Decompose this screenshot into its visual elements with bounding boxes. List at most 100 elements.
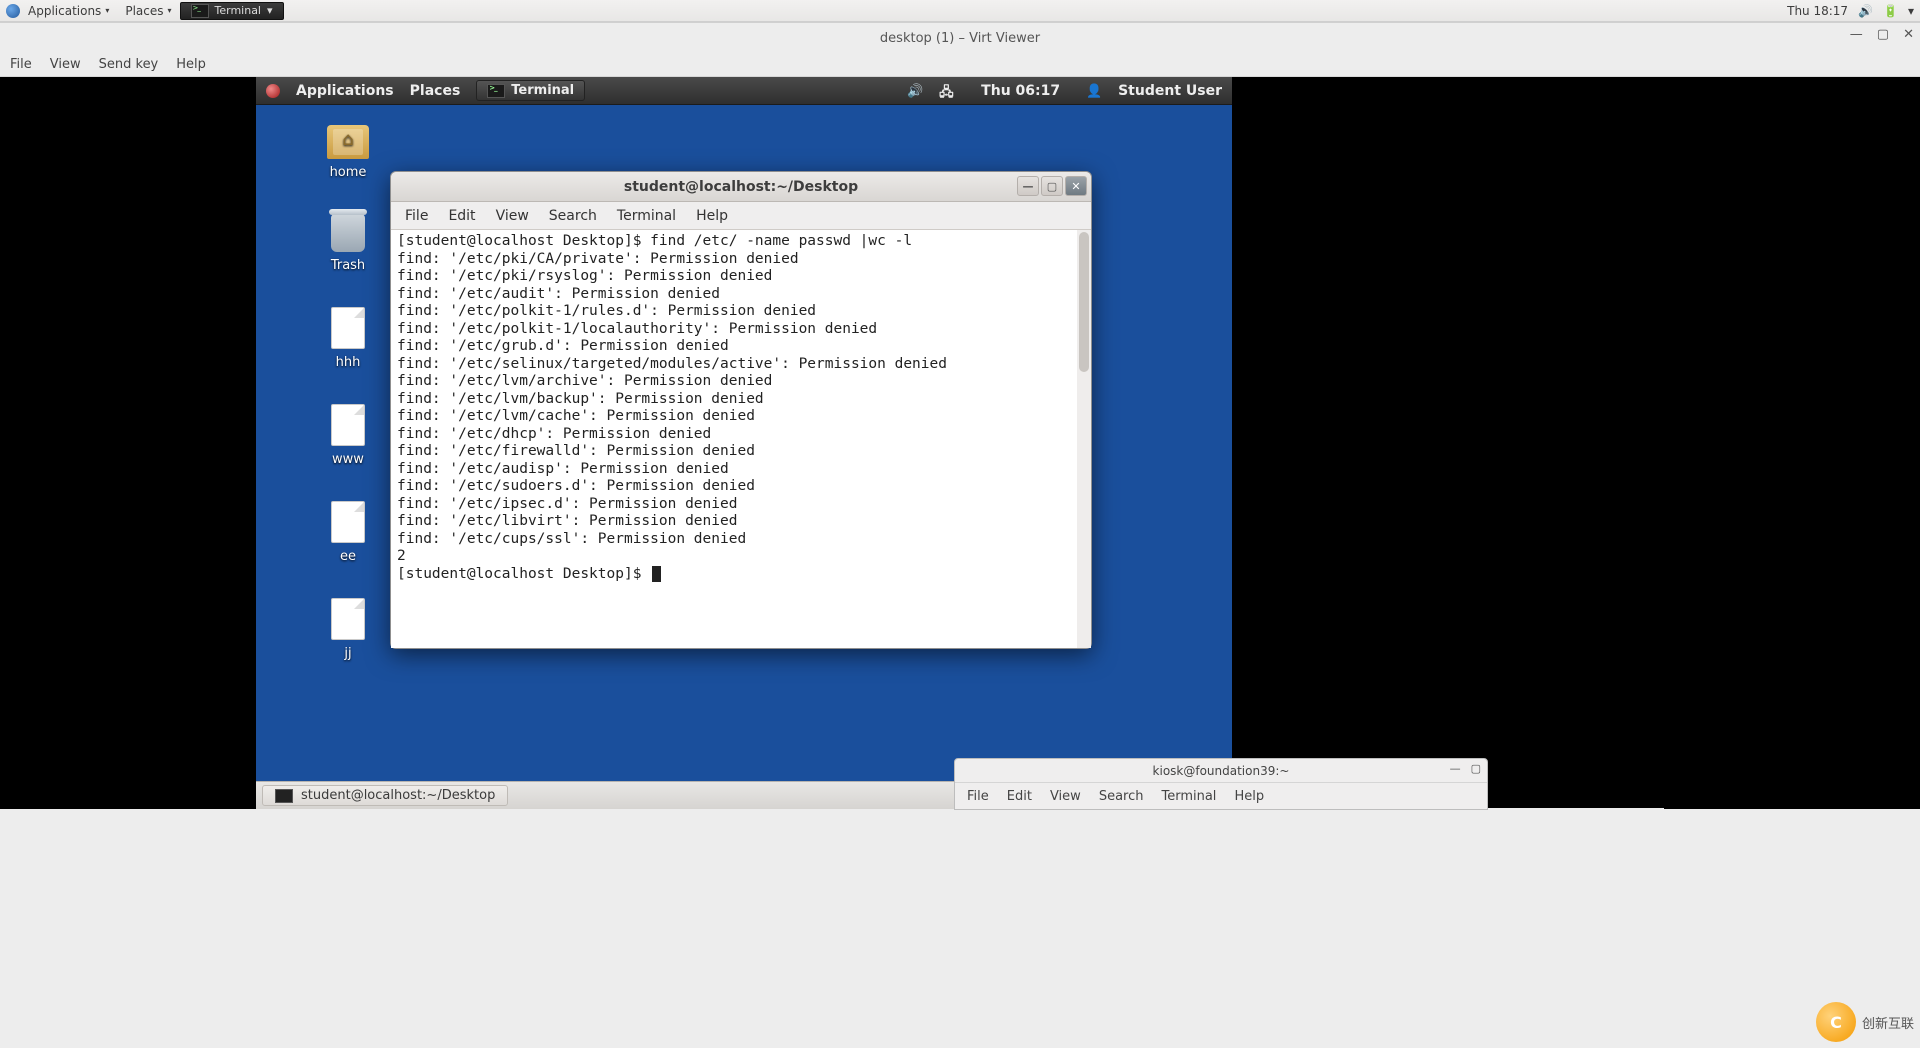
terminal-window[interactable]: student@localhost:~/Desktop — ▢ ✕ File E…: [390, 171, 1092, 649]
term-menu-terminal[interactable]: Terminal: [617, 208, 676, 224]
virt-menu-sendkey[interactable]: Send key: [99, 57, 159, 72]
term-menu-file[interactable]: File: [405, 208, 428, 224]
desktop-icon-area: home Trash hhh www ee: [314, 125, 382, 661]
guest-desktop[interactable]: Applications Places Terminal Thu 06:17 S…: [256, 77, 1232, 809]
desktop-icon-home[interactable]: home: [314, 125, 382, 180]
close-button[interactable]: ✕: [1903, 27, 1914, 42]
virt-viewer-content: Applications Places Terminal Thu 06:17 S…: [0, 77, 1920, 808]
host-terminal-menubar: File Edit View Search Terminal Help: [955, 783, 1487, 809]
virt-menu-help[interactable]: Help: [176, 57, 206, 72]
power-menu-icon[interactable]: ▾: [1908, 4, 1914, 18]
terminal-icon: [191, 4, 209, 18]
host-top-panel: Applications ▾ Places ▾ Terminal ▾ Thu 1…: [0, 0, 1920, 22]
term-menu-help[interactable]: Help: [696, 208, 728, 224]
volume-icon[interactable]: [907, 83, 923, 99]
file-icon: [331, 501, 365, 543]
host-terminal-title: kiosk@foundation39:~: [1153, 764, 1290, 778]
gnome-foot-icon: [6, 4, 20, 18]
minimize-button[interactable]: —: [1017, 176, 1039, 196]
virt-viewer-window: desktop (1) – Virt Viewer — ▢ ✕ File Vie…: [0, 22, 1920, 808]
file-icon: [331, 404, 365, 446]
volume-icon[interactable]: 🔊: [1858, 4, 1873, 18]
guest-taskbar-terminal[interactable]: Terminal: [476, 80, 585, 101]
guest-top-panel: Applications Places Terminal Thu 06:17 S…: [256, 77, 1232, 105]
taskbar-item-label: student@localhost:~/Desktop: [301, 788, 495, 803]
desktop-icon-label: Trash: [331, 258, 365, 273]
terminal-icon: [275, 789, 293, 803]
maximize-button[interactable]: ▢: [1877, 27, 1889, 42]
hterm-menu-view[interactable]: View: [1050, 789, 1081, 804]
guest-places-label: Places: [410, 83, 461, 99]
network-icon[interactable]: [939, 83, 955, 99]
watermark-glyph: C: [1830, 1013, 1842, 1032]
guest-applications-label: Applications: [296, 83, 394, 99]
hterm-menu-search[interactable]: Search: [1099, 789, 1144, 804]
desktop-icon-ee[interactable]: ee: [314, 501, 382, 564]
guest-clock[interactable]: Thu 06:17: [981, 83, 1060, 99]
guest-places-menu[interactable]: Places: [410, 83, 461, 99]
watermark-icon: C: [1816, 1002, 1856, 1042]
trash-icon: [331, 214, 365, 252]
desktop-icon-label: ee: [340, 549, 356, 564]
gnome-foot-icon: [266, 84, 280, 98]
chevron-down-icon: ▾: [105, 6, 109, 15]
desktop-icon-label: www: [332, 452, 364, 467]
desktop-icon-trash[interactable]: Trash: [314, 214, 382, 273]
terminal-scrollbar[interactable]: [1077, 230, 1091, 648]
desktop-icon-label: hhh: [336, 355, 361, 370]
terminal-output[interactable]: [student@localhost Desktop]$ find /etc/ …: [391, 230, 1091, 648]
host-places-menu[interactable]: Places ▾: [117, 4, 179, 18]
guest-applications-menu[interactable]: Applications: [296, 83, 394, 99]
scrollbar-thumb[interactable]: [1079, 232, 1089, 372]
chevron-down-icon: ▾: [267, 4, 273, 17]
virt-menu-view[interactable]: View: [50, 57, 81, 72]
guest-user-label[interactable]: Student User: [1118, 83, 1222, 99]
file-icon: [331, 307, 365, 349]
desktop-icon-hhh[interactable]: hhh: [314, 307, 382, 370]
close-button[interactable]: ✕: [1065, 176, 1087, 196]
chevron-down-icon: ▾: [167, 6, 171, 15]
minimize-button[interactable]: —: [1850, 27, 1863, 42]
desktop-icon-www[interactable]: www: [314, 404, 382, 467]
host-applications-label: Applications: [28, 4, 101, 18]
terminal-titlebar[interactable]: student@localhost:~/Desktop — ▢ ✕: [391, 172, 1091, 202]
battery-icon[interactable]: 🔋: [1883, 4, 1898, 18]
terminal-menubar: File Edit View Search Terminal Help: [391, 202, 1091, 230]
watermark-text: 创新互联: [1862, 1013, 1914, 1032]
term-menu-edit[interactable]: Edit: [448, 208, 475, 224]
hterm-menu-file[interactable]: File: [967, 789, 989, 804]
host-taskbar-terminal[interactable]: Terminal ▾: [180, 2, 284, 20]
terminal-icon: [487, 84, 505, 98]
virt-menu-file[interactable]: File: [10, 57, 32, 72]
maximize-button[interactable]: ▢: [1041, 176, 1063, 196]
desktop-icon-label: home: [330, 165, 367, 180]
host-taskbar-terminal-label: Terminal: [215, 4, 262, 17]
virt-viewer-title: desktop (1) – Virt Viewer: [880, 31, 1040, 46]
letterbox-left: [0, 77, 256, 809]
virt-viewer-menubar: File View Send key Help: [0, 53, 1920, 77]
terminal-cursor: [652, 566, 661, 582]
taskbar-item-terminal[interactable]: student@localhost:~/Desktop: [262, 785, 508, 806]
host-clock[interactable]: Thu 18:17: [1787, 4, 1848, 18]
minimize-button[interactable]: —: [1450, 762, 1461, 775]
term-menu-search[interactable]: Search: [549, 208, 597, 224]
hterm-menu-edit[interactable]: Edit: [1007, 789, 1032, 804]
virt-viewer-titlebar[interactable]: desktop (1) – Virt Viewer — ▢ ✕: [0, 23, 1920, 53]
folder-home-icon: [327, 125, 369, 159]
desktop-icon-label: jj: [344, 646, 351, 661]
file-icon: [331, 598, 365, 640]
term-menu-view[interactable]: View: [496, 208, 529, 224]
host-places-label: Places: [125, 4, 163, 18]
watermark: C 创新互联: [1816, 1002, 1914, 1042]
guest-taskbar-terminal-label: Terminal: [511, 83, 574, 98]
user-icon: [1086, 83, 1102, 99]
host-terminal-titlebar[interactable]: kiosk@foundation39:~ — ▢: [955, 759, 1487, 783]
host-applications-menu[interactable]: Applications ▾: [20, 4, 117, 18]
maximize-button[interactable]: ▢: [1471, 762, 1481, 775]
hterm-menu-terminal[interactable]: Terminal: [1161, 789, 1216, 804]
desktop-icon-jj[interactable]: jj: [314, 598, 382, 661]
host-terminal-window[interactable]: kiosk@foundation39:~ — ▢ File Edit View …: [954, 758, 1488, 810]
terminal-title: student@localhost:~/Desktop: [624, 179, 858, 195]
hterm-menu-help[interactable]: Help: [1234, 789, 1264, 804]
letterbox-right: [1664, 77, 1920, 809]
